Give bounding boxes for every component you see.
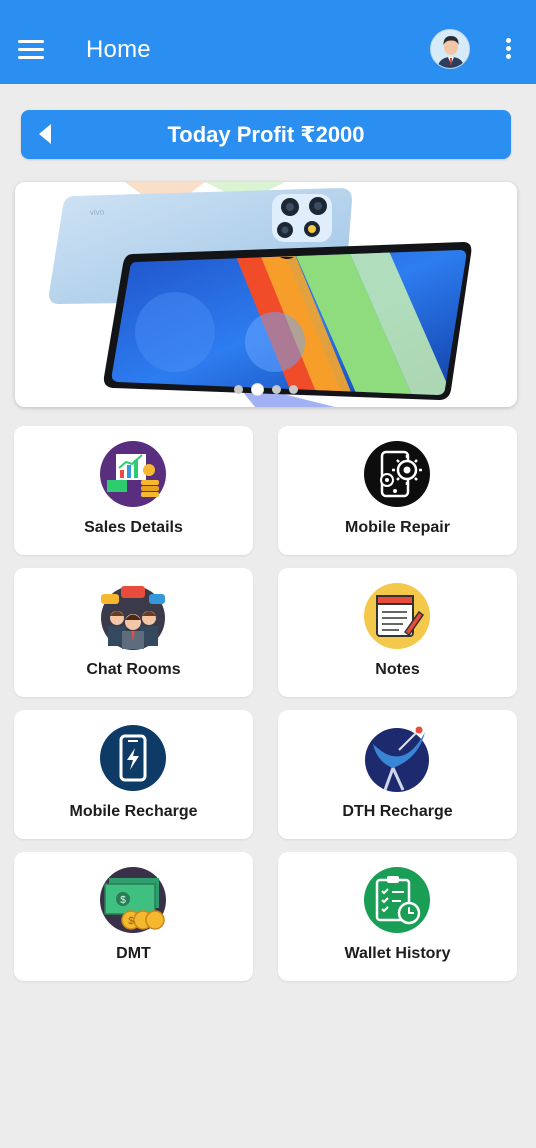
tile-mobile-recharge[interactable]: Mobile Recharge xyxy=(14,710,253,839)
sales-chart-icon xyxy=(100,441,166,507)
carousel-dot[interactable] xyxy=(234,385,243,395)
carousel-dot[interactable] xyxy=(272,385,281,395)
clipboard-clock-icon xyxy=(364,867,430,933)
phone-gear-icon xyxy=(364,441,430,507)
tile-label: DMT xyxy=(116,945,151,962)
phone-promo-image: vivo xyxy=(15,182,517,407)
promo-carousel[interactable]: vivo xyxy=(15,182,517,407)
tile-sales-details[interactable]: Sales Details xyxy=(14,426,253,555)
satellite-dish-icon xyxy=(365,726,429,792)
more-vert-icon[interactable] xyxy=(502,38,514,60)
phone-bolt-icon xyxy=(100,725,166,791)
tile-mobile-repair[interactable]: Mobile Repair xyxy=(278,426,517,555)
tile-label: Mobile Repair xyxy=(345,519,450,536)
today-profit-label: Today Profit ₹2000 xyxy=(167,122,365,147)
tile-wallet-history[interactable]: Wallet History xyxy=(278,852,517,981)
notepad-icon xyxy=(364,583,430,649)
page-title: Home xyxy=(86,36,151,63)
carousel-dot-active[interactable] xyxy=(251,383,264,397)
tile-label: Notes xyxy=(375,661,420,678)
hamburger-menu-icon[interactable] xyxy=(18,40,44,60)
svg-text:$: $ xyxy=(128,916,134,927)
tile-label: DTH Recharge xyxy=(342,803,453,820)
tile-label: Chat Rooms xyxy=(86,661,181,678)
user-avatar[interactable] xyxy=(430,29,470,69)
tile-label: Wallet History xyxy=(344,945,451,962)
carousel-dot[interactable] xyxy=(289,385,298,395)
brand-logo-text: vivo xyxy=(90,207,105,217)
svg-text:$: $ xyxy=(120,895,126,906)
profit-banner[interactable]: Today Profit ₹2000 xyxy=(21,110,511,159)
tile-notes[interactable]: Notes xyxy=(278,568,517,697)
chat-people-icon xyxy=(101,586,165,650)
money-coins-icon: $ $ xyxy=(100,867,166,933)
tile-dth-recharge[interactable]: DTH Recharge xyxy=(278,710,517,839)
tile-label: Mobile Recharge xyxy=(69,803,198,820)
carousel-indicator xyxy=(15,381,517,399)
tile-dmt[interactable]: $ $ DMT xyxy=(14,852,253,981)
app-bar: Home xyxy=(0,0,536,84)
tile-label: Sales Details xyxy=(84,519,183,536)
tile-chat-rooms[interactable]: Chat Rooms xyxy=(14,568,253,697)
